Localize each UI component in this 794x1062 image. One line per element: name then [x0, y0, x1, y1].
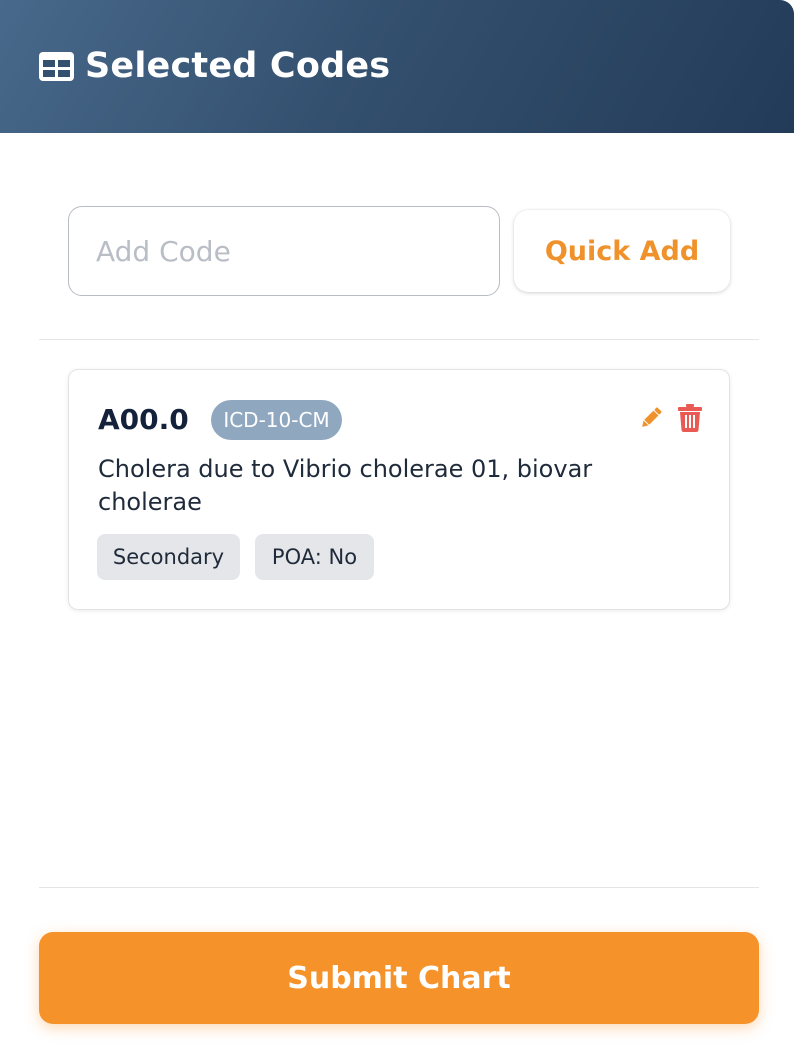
divider — [39, 339, 759, 340]
pencil-icon[interactable] — [638, 405, 664, 431]
code-description: Cholera due to Vibrio cholerae 01, biova… — [98, 455, 593, 516]
submit-chart-button[interactable]: Submit Chart — [39, 932, 759, 1024]
code-system-badge: ICD-10-CM — [211, 400, 342, 440]
quick-add-button[interactable]: Quick Add — [514, 210, 730, 292]
divider — [39, 887, 759, 888]
selected-codes-panel: Selected Codes Quick Add A00.0 ICD-10-CM… — [0, 0, 794, 1062]
sequence-tag: Secondary — [97, 534, 240, 580]
trash-icon[interactable] — [678, 404, 702, 432]
code-card: A00.0 ICD-10-CM Cholera due to Vibrio ch… — [68, 369, 730, 610]
panel-title: Selected Codes — [85, 46, 391, 86]
code-value: A00.0 — [98, 403, 189, 436]
panel-header: Selected Codes — [0, 0, 794, 133]
add-code-input[interactable] — [68, 206, 500, 296]
poa-tag: POA: No — [255, 534, 374, 580]
table-icon — [39, 52, 74, 81]
